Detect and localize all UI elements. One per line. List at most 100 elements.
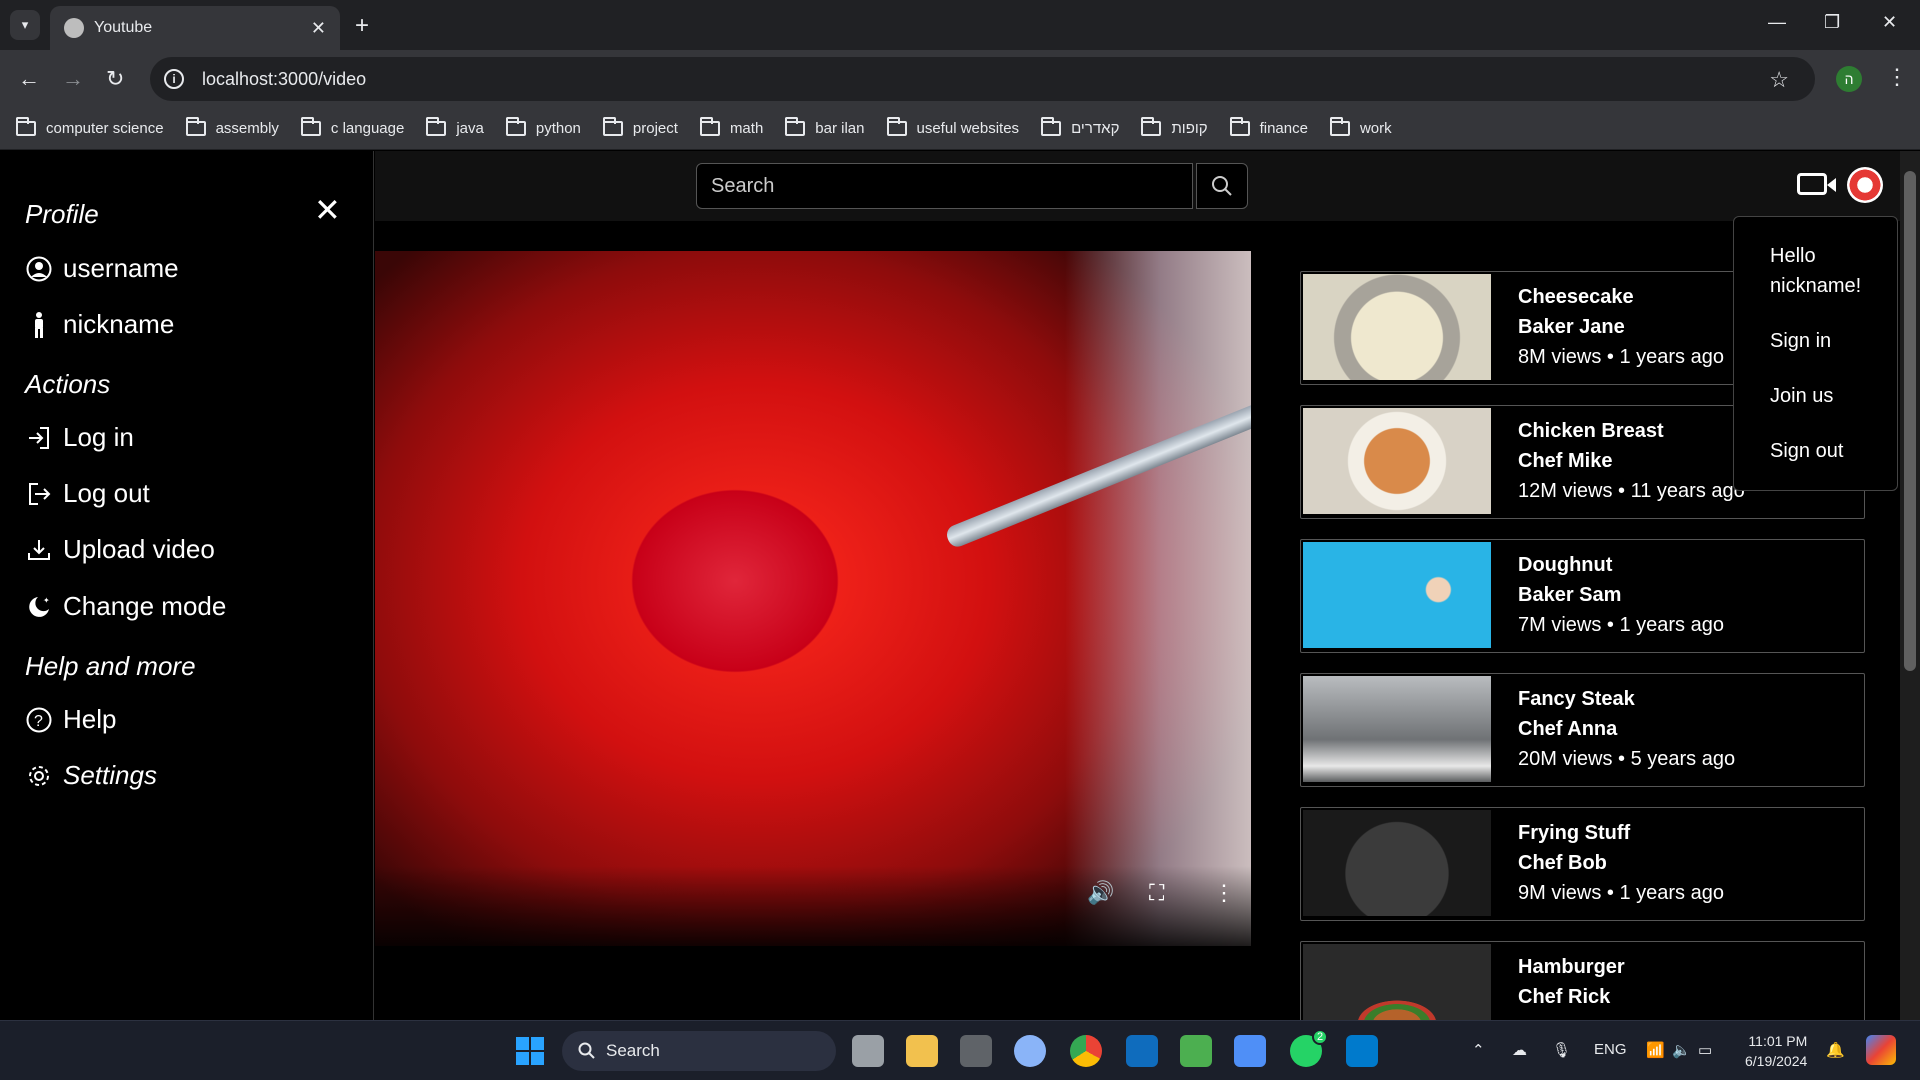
bookmark-star-icon[interactable]: ☆ [1769, 67, 1789, 93]
rec-meta: 7M views • 1 years ago [1518, 614, 1724, 636]
vscode-icon[interactable] [1346, 1035, 1378, 1067]
browser-profile-avatar[interactable]: ה [1836, 66, 1862, 92]
rec-author: Chef Mike [1518, 450, 1613, 472]
bookmark-folder[interactable]: c language [300, 117, 405, 137]
outlook-icon[interactable] [1126, 1035, 1158, 1067]
os-taskbar: Search 2 ⌃ ☁ 🎙 ENG 📶 🔈 ▭ 11:01 PM 6/19/2… [0, 1020, 1920, 1080]
rec-author: Baker Jane [1518, 316, 1625, 338]
wifi-icon[interactable]: 📶 [1646, 1041, 1665, 1059]
window-close-icon[interactable]: ✕ [1882, 12, 1897, 33]
site-info-icon[interactable]: i [164, 69, 184, 89]
sidebar-item-help[interactable]: ? Help [25, 704, 116, 735]
tray-chevron-icon[interactable]: ⌃ [1472, 1041, 1485, 1059]
forward-icon[interactable]: → [62, 66, 84, 92]
sidebar-item-label: Log out [63, 478, 150, 508]
bookmark-label: work [1359, 120, 1392, 137]
bookmark-folder[interactable]: math [699, 117, 763, 137]
bookmark-folder[interactable]: קאדרים [1041, 117, 1119, 137]
page-scrollbar[interactable] [1900, 151, 1920, 1020]
folder-icon [426, 117, 447, 136]
bookmark-label: c language [330, 120, 405, 137]
speaker-icon[interactable]: 🔈 [1672, 1041, 1691, 1059]
bookmark-folder[interactable]: work [1329, 117, 1392, 137]
recommendation-card[interactable]: Fancy Steak Chef Anna 20M views • 5 year… [1300, 673, 1865, 787]
microphone-icon[interactable]: 🎙 [1552, 1041, 1571, 1059]
folder-icon [785, 117, 806, 136]
gear-icon [25, 762, 53, 790]
search-input[interactable]: Search [696, 163, 1193, 209]
copilot-icon[interactable] [1866, 1035, 1896, 1065]
dropdown-join-us[interactable]: Join us [1770, 381, 1897, 411]
rec-title: Doughnut [1518, 554, 1613, 576]
taskbar-search[interactable]: Search [562, 1031, 836, 1071]
recommendation-card[interactable]: Frying Stuff Chef Bob 9M views • 1 years… [1300, 807, 1865, 921]
rec-meta: 8M views • 1 years ago [1518, 346, 1724, 368]
calculator-icon[interactable] [960, 1035, 992, 1067]
restore-icon[interactable]: ❐ [1824, 12, 1840, 33]
snipping-tool-icon[interactable] [1180, 1035, 1212, 1067]
bookmark-folder[interactable]: project [602, 117, 678, 137]
whatsapp-icon[interactable]: 2 [1290, 1029, 1328, 1067]
task-view-icon[interactable] [852, 1035, 884, 1067]
windows-start-icon[interactable] [516, 1037, 544, 1065]
rec-title: Cheesecake [1518, 286, 1634, 308]
volume-icon[interactable]: 🔊 [1087, 880, 1114, 906]
notepad-icon[interactable] [1234, 1035, 1266, 1067]
browser-tab[interactable]: Youtube ✕ [50, 6, 340, 50]
bookmark-label: קופות [1171, 120, 1208, 137]
bookmark-folder[interactable]: assembly [185, 117, 279, 137]
rec-meta: 20M views • 5 years ago [1518, 748, 1736, 770]
folder-icon [16, 117, 36, 136]
dropdown-sign-in[interactable]: Sign in [1770, 326, 1897, 356]
sidebar-item-nickname[interactable]: nickname [25, 309, 174, 340]
tab-search-button[interactable]: ▾ [10, 10, 40, 40]
upload-video-camera-icon[interactable] [1797, 173, 1836, 195]
sidebar-item-settings[interactable]: Settings [25, 760, 157, 791]
file-explorer-icon[interactable] [906, 1035, 938, 1067]
bookmark-label: python [535, 120, 581, 137]
recommendation-card[interactable]: Doughnut Baker Sam 7M views • 1 years ag… [1300, 539, 1865, 653]
minimize-icon[interactable]: — [1768, 12, 1786, 33]
sidebar-item-logout[interactable]: Log out [25, 478, 150, 509]
user-avatar[interactable] [1847, 167, 1883, 203]
language-indicator[interactable]: ENG [1594, 1041, 1627, 1058]
sidebar-item-label: Settings [63, 760, 157, 790]
bookmark-label: project [632, 120, 678, 137]
folder-icon [1229, 117, 1250, 136]
search-button[interactable] [1196, 163, 1248, 209]
back-icon[interactable]: ← [18, 66, 40, 92]
tab-close-icon[interactable]: ✕ [311, 18, 326, 39]
sidebar-close-icon[interactable]: ✕ [314, 191, 341, 229]
video-player[interactable]: 🔊 ⛶ ⋮ [375, 251, 1251, 946]
bookmark-folder[interactable]: bar ilan [785, 117, 865, 137]
battery-icon[interactable]: ▭ [1698, 1041, 1712, 1059]
sidebar-item-label: nickname [63, 309, 175, 339]
new-tab-button[interactable]: + [355, 12, 369, 40]
rec-title: Chicken Breast [1518, 420, 1664, 442]
notification-bell-icon[interactable]: 🔔 [1826, 1041, 1845, 1059]
more-options-icon[interactable]: ⋮ [1213, 880, 1235, 906]
onedrive-icon[interactable]: ☁ [1512, 1041, 1527, 1059]
scrollbar-thumb[interactable] [1904, 171, 1916, 671]
sidebar-item-username[interactable]: username [25, 253, 179, 284]
bookmark-label: java [456, 120, 484, 137]
address-bar[interactable]: i localhost:3000/video ☆ [150, 57, 1815, 101]
browser-menu-icon[interactable]: ⋮ [1886, 64, 1908, 90]
reload-icon[interactable]: ↻ [106, 66, 124, 92]
sidebar-item-change-mode[interactable]: ✦ Change mode [25, 591, 226, 622]
sidebar-item-upload[interactable]: Upload video [25, 534, 215, 565]
fullscreen-icon[interactable]: ⛶ [1149, 880, 1164, 906]
sidebar-item-label: username [63, 253, 179, 283]
sidebar-item-login[interactable]: Log in [25, 422, 134, 453]
chrome-icon[interactable] [1070, 1035, 1102, 1067]
settings-app-icon[interactable] [1014, 1035, 1046, 1067]
bookmark-folder[interactable]: computer science [16, 117, 164, 137]
login-icon [25, 424, 53, 452]
bookmark-folder[interactable]: useful websites [886, 117, 1019, 137]
dropdown-sign-out[interactable]: Sign out [1770, 436, 1897, 466]
bookmark-folder[interactable]: קופות [1141, 117, 1208, 137]
bookmark-folder[interactable]: python [505, 117, 581, 137]
taskbar-clock[interactable]: 11:01 PM 6/19/2024 [1745, 1031, 1807, 1071]
bookmark-folder[interactable]: java [426, 117, 484, 137]
bookmark-folder[interactable]: finance [1229, 117, 1308, 137]
